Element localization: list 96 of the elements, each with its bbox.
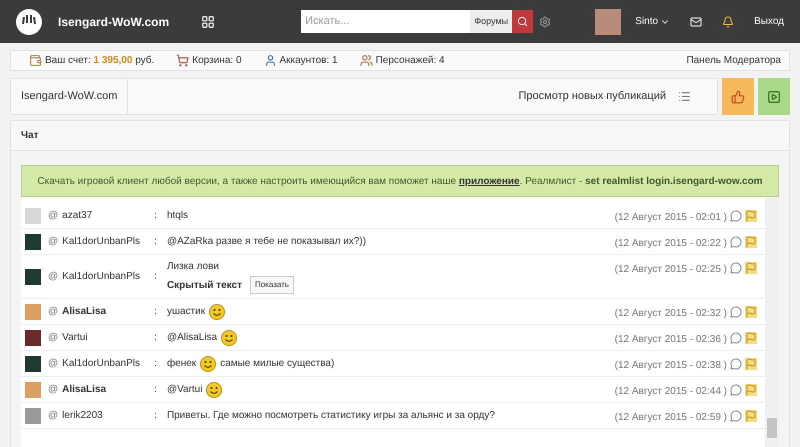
at-sign: @: [48, 305, 58, 319]
at-sign: @: [48, 331, 58, 345]
colon: :: [154, 270, 157, 284]
show-button[interactable]: Показать: [250, 276, 294, 294]
play-icon: [767, 90, 781, 104]
message-text: Лизка лови: [166, 260, 220, 274]
quote-icon[interactable]: [730, 236, 742, 248]
colon: :: [154, 357, 157, 371]
breadcrumb-link[interactable]: Isengard-WoW.com: [11, 79, 128, 114]
colon: :: [154, 409, 157, 423]
message-text: htqls: [166, 209, 188, 223]
balance-text: Ваш счет: 1 395,00 руб.: [45, 54, 154, 68]
mail-icon[interactable]: [690, 16, 702, 28]
colon: :: [154, 383, 157, 397]
settings-icon[interactable]: [539, 16, 552, 28]
moderator-link[interactable]: Панель Модератора: [686, 53, 781, 68]
hidden-text-label: Скрытый текст: [166, 278, 242, 292]
quote-icon[interactable]: [730, 306, 742, 318]
list-icon[interactable]: [678, 90, 691, 103]
message-text: ушастик: [166, 305, 206, 319]
username-link[interactable]: lerik2203: [62, 408, 152, 423]
colon: :: [154, 235, 157, 249]
bell-icon[interactable]: [722, 16, 734, 28]
smiley-icon: [206, 382, 222, 398]
message-time: (12 Август 2015 - 02:22 ): [614, 237, 727, 251]
report-icon[interactable]: [745, 332, 757, 344]
account-link[interactable]: Корзина: 0: [192, 53, 242, 68]
report-icon[interactable]: [745, 210, 757, 222]
quote-icon[interactable]: [730, 410, 742, 422]
grid-icon[interactable]: [201, 14, 216, 28]
new-posts-link[interactable]: Просмотр новых публикаций: [518, 88, 666, 105]
message-text: @AZaRka разве я тебе не показывал их?)): [166, 235, 366, 249]
quote-icon[interactable]: [730, 332, 742, 344]
colon: :: [154, 209, 157, 223]
scrollbar[interactable]: [765, 197, 779, 447]
quote-icon[interactable]: [730, 358, 742, 370]
username-link[interactable]: AlisaLisa: [62, 304, 152, 319]
message-time: (12 Август 2015 - 02:01 ): [614, 211, 727, 225]
at-sign: @: [48, 235, 58, 249]
username-link[interactable]: Vartui: [62, 330, 152, 345]
message-text: @AlisaLisa: [166, 331, 218, 345]
user-menu[interactable]: Sinto: [635, 14, 670, 29]
report-icon[interactable]: [745, 262, 757, 274]
search-button[interactable]: [512, 10, 534, 33]
at-sign: @: [48, 357, 58, 371]
like-button[interactable]: [722, 78, 754, 115]
site-name[interactable]: Isengard-WoW.com: [58, 12, 170, 30]
app-link[interactable]: приложение: [458, 176, 520, 186]
search-icon: [517, 16, 528, 27]
avatar-photo[interactable]: [595, 8, 622, 34]
username-link[interactable]: azat37: [62, 208, 152, 223]
username-link[interactable]: Kal1dorUnbanPls: [62, 356, 152, 371]
report-icon[interactable]: [745, 358, 757, 370]
smiley-icon: [200, 356, 216, 372]
at-sign: @: [48, 383, 58, 397]
account-link[interactable]: Аккаунтов: 1: [280, 53, 338, 68]
notice-text: Скачать игровой клиент любой версии, а также настроить имеющийся вам поможет наше приложение. Реалмлист - set realmlist login.isengard-wow.com: [37, 174, 763, 188]
quote-icon[interactable]: [730, 262, 742, 274]
message-time: (12 Август 2015 - 02:25 ): [614, 263, 727, 277]
report-icon[interactable]: [745, 410, 757, 422]
message-time: (12 Август 2015 - 02:32 ): [614, 307, 727, 321]
report-icon[interactable]: [745, 306, 757, 318]
at-sign: @: [48, 270, 58, 284]
message-text: @Vartui: [166, 383, 202, 397]
logout-link[interactable]: Выход: [754, 14, 784, 29]
colon: :: [154, 305, 157, 319]
account-link[interactable]: Персонажей: 4: [376, 53, 445, 68]
users-icon: [360, 54, 373, 67]
username-link[interactable]: AlisaLisa: [62, 382, 152, 397]
search-input[interactable]: Искать...: [301, 13, 470, 30]
cart-icon: [176, 54, 190, 67]
user-icon: [264, 54, 277, 67]
report-icon[interactable]: [745, 384, 757, 396]
search-field[interactable]: Искать... Форумы: [301, 10, 534, 33]
message-time: (12 Август 2015 - 02:38 ): [614, 359, 727, 373]
thumbs-up-icon: [731, 90, 745, 104]
scrollbar-thumb[interactable]: [767, 418, 777, 438]
message-time: (12 Август 2015 - 02:36 ): [614, 333, 727, 347]
message-text: самые милые существа): [220, 357, 334, 371]
wallet-icon: [29, 54, 42, 67]
smiley-icon: [209, 304, 226, 320]
quote-icon[interactable]: [730, 384, 742, 396]
colon: :: [154, 331, 157, 345]
message-text: Приветы. Где можно посмотреть статистику игры за альянс и за орду?: [166, 409, 495, 423]
play-button[interactable]: [758, 78, 790, 115]
username-link[interactable]: Kal1dorUnbanPls: [62, 269, 152, 284]
report-icon[interactable]: [745, 236, 757, 248]
message-time: (12 Август 2015 - 02:59 ): [614, 411, 727, 425]
at-sign: @: [48, 409, 58, 423]
at-sign: @: [48, 209, 58, 223]
smiley-icon: [221, 330, 238, 346]
quote-icon[interactable]: [730, 210, 742, 222]
username-link[interactable]: Kal1dorUnbanPls: [62, 234, 152, 249]
search-scope[interactable]: Форумы: [470, 10, 512, 33]
message-text: фенек: [166, 357, 196, 371]
message-time: (12 Август 2015 - 02:44 ): [614, 385, 727, 399]
